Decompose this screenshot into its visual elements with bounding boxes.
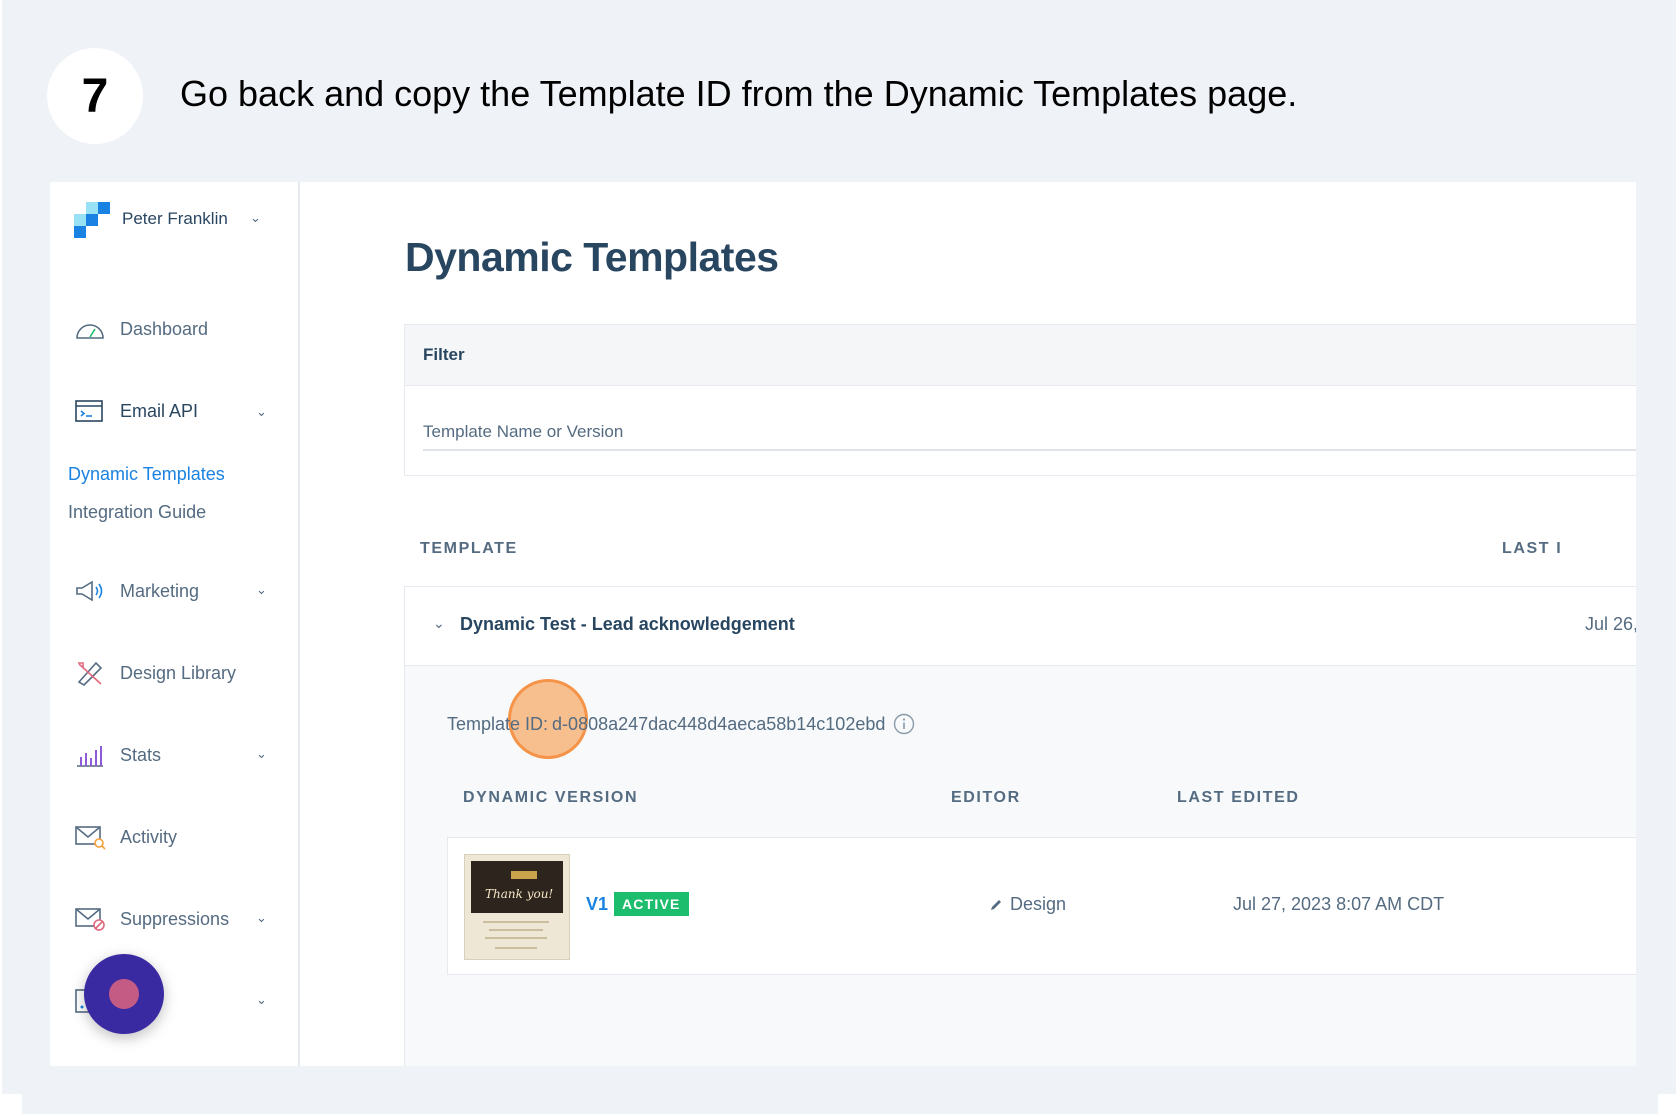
- thumbnail-line: [483, 921, 549, 923]
- column-header-editor: EDITOR: [951, 789, 1021, 806]
- version-name[interactable]: V1: [586, 894, 608, 915]
- settings-chevron-down-icon[interactable]: ⌄: [256, 992, 267, 1008]
- thumbnail-header: Thank you!: [471, 861, 563, 913]
- column-header-last-edited[interactable]: LAST I: [1502, 540, 1562, 558]
- sidebar-item-label: Email API: [120, 400, 199, 421]
- sidebar-item-activity[interactable]: Activity: [74, 824, 177, 850]
- column-header-dynamic-version: DYNAMIC VERSION: [463, 789, 639, 806]
- marketing-chevron-down-icon[interactable]: ⌄: [256, 582, 267, 598]
- sidebar-item-suppressions[interactable]: Suppressions: [74, 906, 229, 932]
- megaphone-icon: [76, 580, 103, 602]
- sidebar-item-label: Suppressions: [120, 908, 230, 929]
- template-id-label: Template ID:: [447, 713, 549, 734]
- template-row[interactable]: ⌄ Dynamic Test - Lead acknowledgement Ju…: [405, 587, 1636, 666]
- account-chevron-down-icon[interactable]: ⌄: [250, 210, 261, 226]
- app-screenshot: Peter Franklin ⌄ Dashboard Email API ⌄ D…: [50, 182, 1636, 1066]
- tutorial-frame-bottom: [22, 1094, 1658, 1114]
- column-header-template[interactable]: TEMPLATE: [420, 540, 518, 558]
- filter-header: Filter: [405, 325, 1636, 386]
- stats-chevron-down-icon[interactable]: ⌄: [256, 746, 267, 762]
- sidebar-item-dashboard[interactable]: Dashboard: [74, 316, 208, 342]
- account-switcher[interactable]: Peter Franklin: [74, 202, 228, 238]
- filter-panel: Filter: [404, 324, 1636, 476]
- envelope-search-icon: [75, 826, 106, 850]
- template-id-value[interactable]: d-0808a247dac448d4aeca58b14c102ebd: [552, 714, 885, 735]
- version-row[interactable]: Thank you! V1 ACTIVE Design Jul 27, 2023…: [447, 837, 1636, 975]
- template-card: ⌄ Dynamic Test - Lead acknowledgement Ju…: [404, 586, 1636, 1066]
- sendgrid-logo-icon: [74, 202, 110, 238]
- sidebar-item-design-library[interactable]: Design Library: [74, 660, 236, 686]
- main-content: Dynamic Templates Filter TEMPLATE LAST I…: [300, 182, 1636, 1066]
- version-editor: Design: [988, 894, 1066, 915]
- sidebar-item-label: Activity: [120, 826, 178, 847]
- sidebar-item-label: Design Library: [120, 662, 237, 683]
- sidebar-subitem-dynamic-templates[interactable]: Dynamic Templates: [68, 464, 225, 485]
- step-number-badge: 7: [47, 48, 143, 144]
- user-name: Peter Franklin: [122, 209, 228, 228]
- pencil-icon: [991, 899, 1001, 910]
- version-last-edited: Jul 27, 2023 8:07 AM CDT: [1233, 894, 1445, 914]
- pencil-ruler-icon: [77, 661, 103, 686]
- sidebar-item-stats[interactable]: Stats: [74, 742, 161, 768]
- email-api-chevron-down-icon[interactable]: ⌄: [256, 404, 267, 420]
- thumbnail-line: [489, 929, 543, 931]
- bar-chart-icon: [77, 746, 103, 767]
- template-id-row: Template ID: d-0808a247dac448d4aeca58b14…: [447, 713, 915, 735]
- editor-label: Design: [1010, 894, 1067, 914]
- step-instruction: Go back and copy the Template ID from th…: [180, 73, 1298, 114]
- version-thumbnail[interactable]: Thank you!: [464, 854, 570, 960]
- column-header-version-last-edited: LAST EDITED: [1177, 789, 1300, 806]
- sidebar-item-marketing[interactable]: Marketing: [74, 578, 199, 604]
- sidebar-item-label: Stats: [120, 744, 162, 765]
- sidebar-item-label: Dashboard: [120, 318, 209, 339]
- template-search-input[interactable]: [423, 415, 1636, 451]
- record-button[interactable]: [84, 954, 164, 1034]
- gauge-icon: [76, 324, 104, 339]
- suppressions-chevron-down-icon[interactable]: ⌄: [256, 910, 267, 926]
- status-badge: ACTIVE: [614, 892, 689, 916]
- page-title: Dynamic Templates: [405, 234, 779, 280]
- thumbnail-text: Thank you!: [485, 887, 554, 901]
- terminal-window-icon: [75, 400, 103, 422]
- template-last-edited: Jul 26,: [1585, 614, 1636, 634]
- template-name[interactable]: Dynamic Test - Lead acknowledgement: [460, 614, 795, 635]
- chevron-down-icon[interactable]: ⌄: [433, 615, 445, 632]
- thumbnail-logo: [511, 871, 537, 879]
- sidebar-subitem-integration-guide[interactable]: Integration Guide: [68, 502, 206, 523]
- sidebar-item-label: Marketing: [120, 580, 200, 601]
- sidebar-item-email-api[interactable]: Email API: [74, 398, 198, 424]
- thumbnail-line: [495, 947, 537, 949]
- info-icon[interactable]: [893, 713, 915, 735]
- thumbnail-line: [485, 937, 547, 939]
- record-dot-icon: [109, 979, 139, 1009]
- envelope-block-icon: [75, 908, 105, 931]
- sidebar: Peter Franklin ⌄ Dashboard Email API ⌄ D…: [50, 182, 300, 1066]
